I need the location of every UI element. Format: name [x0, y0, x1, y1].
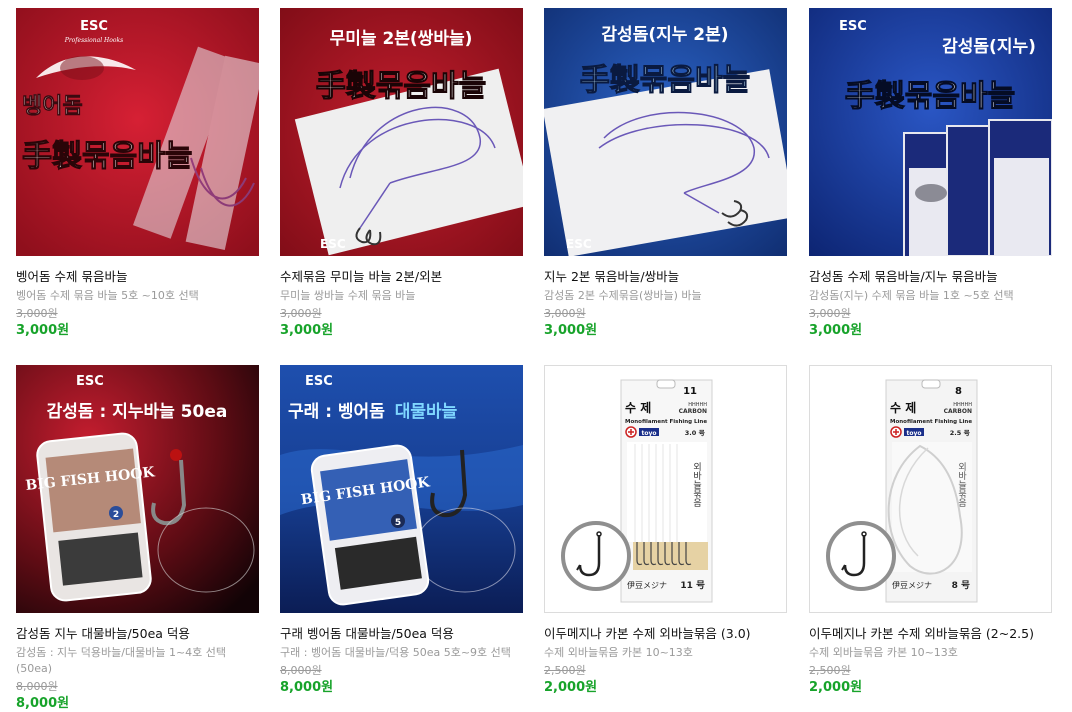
svg-text:伊豆メジナ: 伊豆メジナ — [627, 580, 667, 590]
product-name[interactable]: 감성돔 수제 묶음바늘/지누 묶음바늘 — [809, 268, 1052, 285]
brand-logo: ESC — [76, 374, 104, 389]
svg-text:벵어돔: 벵어돔 — [22, 94, 83, 119]
svg-text:수 제: 수 제 — [625, 401, 651, 415]
svg-text:Monofilament Fishing Line: Monofilament Fishing Line — [890, 419, 972, 425]
svg-text:2: 2 — [113, 510, 119, 520]
svg-text:외바늘묶음: 외바늘묶음 — [691, 461, 701, 507]
svg-text:수 제: 수 제 — [890, 401, 916, 415]
svg-text:手製묶음바늘: 手製묶음바늘 — [22, 139, 192, 174]
svg-text:ESC: ESC — [839, 19, 867, 34]
svg-text:伊豆メジナ: 伊豆メジナ — [892, 580, 932, 590]
svg-text:3.0 号: 3.0 号 — [685, 428, 706, 437]
original-price: 3,000원 — [544, 307, 586, 320]
svg-text:toyo: toyo — [641, 430, 656, 437]
svg-text:手製묶음바늘: 手製묶음바늘 — [316, 69, 486, 104]
product-description: 무미늘 쌍바늘 수제 묶음 바늘 — [280, 289, 416, 302]
brand-logo: ESC — [305, 374, 333, 389]
product-image[interactable]: 8 수 제 HHHHH CARBON Monofilament Fishing … — [809, 365, 1052, 613]
svg-text:CARBON: CARBON — [679, 408, 707, 415]
original-price: 8,000원 — [16, 680, 58, 693]
svg-text:Professional Hooks: Professional Hooks — [64, 37, 123, 44]
product-name[interactable]: 지누 2본 묶음바늘/쌍바늘 — [544, 268, 787, 285]
product-image[interactable]: ESC Professional Hooks 벵어돔 手製묶음바늘 — [16, 8, 259, 256]
product-image[interactable]: BIG FISH HOOK 2 ESC 감성돔 : 지누바늘 50ea — [16, 365, 259, 613]
sale-price: 8,000원 — [16, 696, 70, 711]
svg-text:手製묶음바늘: 手製묶음바늘 — [845, 79, 1015, 114]
svg-text:ESC: ESC — [320, 237, 346, 251]
svg-text:手製묶음바늘: 手製묶음바늘 — [580, 63, 750, 98]
product-description: 감성돔 2본 수제묶음(쌍바늘) 바늘 — [544, 289, 702, 302]
hook-icon — [561, 521, 631, 591]
svg-text:감성돔(지누 2본): 감성돔(지누 2본) — [601, 25, 728, 45]
product-card[interactable]: 8 수 제 HHHHH CARBON Monofilament Fishing … — [809, 365, 1052, 696]
svg-text:Monofilament Fishing Line: Monofilament Fishing Line — [625, 419, 707, 425]
original-price: 2,500원 — [544, 664, 586, 677]
original-price: 8,000원 — [280, 664, 322, 677]
svg-text:2.5 号: 2.5 号 — [950, 428, 971, 437]
brand-logo: ESC — [320, 237, 346, 251]
sale-price: 2,000원 — [809, 680, 863, 695]
product-name[interactable]: 벵어돔 수제 묶음바늘 — [16, 268, 259, 285]
brand-logo: ESC — [566, 237, 592, 251]
svg-text:11: 11 — [683, 386, 697, 397]
product-image[interactable]: ESC 감성돔(지누) 手製묶음바늘 — [809, 8, 1052, 256]
svg-text:ESC: ESC — [80, 19, 108, 34]
svg-text:ESC: ESC — [566, 237, 592, 251]
product-image[interactable]: ESC 감성돔(지누 2본) 手製묶음바늘 — [544, 8, 787, 256]
product-image[interactable]: BIG FISH HOOK 5 ESC 구래 : 벵어돔 대물바늘 — [280, 365, 523, 613]
product-image[interactable]: ESC 무미늘 2본(쌍바늘) 手製묶음바늘 — [280, 8, 523, 256]
svg-text:8 号: 8 号 — [952, 580, 970, 591]
sale-price: 3,000원 — [280, 323, 334, 338]
product-card[interactable]: ESC 감성돔(지누) 手製묶음바늘 감성돔 수제 묶음바늘/지누 묶음바늘 감… — [809, 8, 1052, 339]
product-card[interactable]: ESC Professional Hooks 벵어돔 手製묶음바늘 벵어돔 수제… — [16, 8, 259, 339]
svg-text:ESC: ESC — [76, 374, 104, 389]
product-name[interactable]: 이두메지나 카본 수제 외바늘묶음 (3.0) — [544, 625, 787, 642]
original-price: 2,500원 — [809, 664, 851, 677]
product-card[interactable]: ESC 무미늘 2본(쌍바늘) 手製묶음바늘 수제묶음 무미늘 바늘 2본/외본… — [280, 8, 523, 339]
sale-price: 2,000원 — [544, 680, 598, 695]
product-name[interactable]: 수제묶음 무미늘 바늘 2본/외본 — [280, 268, 523, 285]
svg-text:5: 5 — [395, 518, 401, 528]
product-name[interactable]: 감성돔 지누 대물바늘/50ea 덕용 — [16, 625, 259, 642]
svg-text:감성돔 : 지누바늘 50ea: 감성돔 : 지누바늘 50ea — [47, 402, 228, 422]
original-price: 3,000원 — [16, 307, 58, 320]
brand-logo: ESC — [839, 19, 867, 34]
product-description: 감성돔(지누) 수제 묶음 바늘 1호 ~5호 선택 — [809, 289, 1014, 302]
svg-text:감성돔(지누): 감성돔(지누) — [942, 37, 1036, 57]
svg-text:외바늘묶음: 외바늘묶음 — [956, 461, 966, 507]
product-description: 수제 외바늘묶음 카본 10~13호 — [809, 646, 958, 659]
sale-price: 3,000원 — [16, 323, 70, 338]
product-description: 감성돔 : 지누 덕용바늘/대물바늘 1~4호 선택(50ea) — [16, 646, 227, 675]
original-price: 3,000원 — [809, 307, 851, 320]
svg-text:무미늘 2본(쌍바늘): 무미늘 2본(쌍바늘) — [330, 29, 473, 49]
svg-text:CARBON: CARBON — [944, 408, 972, 415]
svg-text:11 号: 11 号 — [680, 580, 705, 591]
sale-price: 3,000원 — [544, 323, 598, 338]
product-description: 벵어돔 수제 묶음 바늘 5호 ~10호 선택 — [16, 289, 199, 302]
original-price: 3,000원 — [280, 307, 322, 320]
svg-text:toyo: toyo — [906, 430, 921, 437]
svg-text:8: 8 — [955, 386, 962, 397]
product-card[interactable]: BIG FISH HOOK 2 ESC 감성돔 : 지누바늘 50ea 감성돔 … — [16, 365, 259, 712]
svg-text:구래 : 벵어돔 대물바늘: 구래 : 벵어돔 대물바늘 — [288, 402, 458, 422]
product-name[interactable]: 이두메지나 카본 수제 외바늘묶음 (2~2.5) — [809, 625, 1052, 642]
hook-icon — [826, 521, 896, 591]
product-name[interactable]: 구래 벵어돔 대물바늘/50ea 덕용 — [280, 625, 523, 642]
product-card[interactable]: ESC 감성돔(지누 2본) 手製묶음바늘 지누 2본 묶음바늘/쌍바늘 감성돔… — [544, 8, 787, 339]
product-card[interactable]: BIG FISH HOOK 5 ESC 구래 : 벵어돔 대물바늘 구래 벵어돔… — [280, 365, 523, 696]
svg-text:ESC: ESC — [305, 374, 333, 389]
product-image[interactable]: 11 수 제 HHHHH CARBON Monofilament Fishing… — [544, 365, 787, 613]
sale-price: 3,000원 — [809, 323, 863, 338]
sale-price: 8,000원 — [280, 680, 334, 695]
product-description: 구래 : 벵어돔 대물바늘/덕용 50ea 5호~9호 선택 — [280, 646, 511, 659]
product-card[interactable]: 11 수 제 HHHHH CARBON Monofilament Fishing… — [544, 365, 787, 696]
product-description: 수제 외바늘묶음 카본 10~13호 — [544, 646, 693, 659]
